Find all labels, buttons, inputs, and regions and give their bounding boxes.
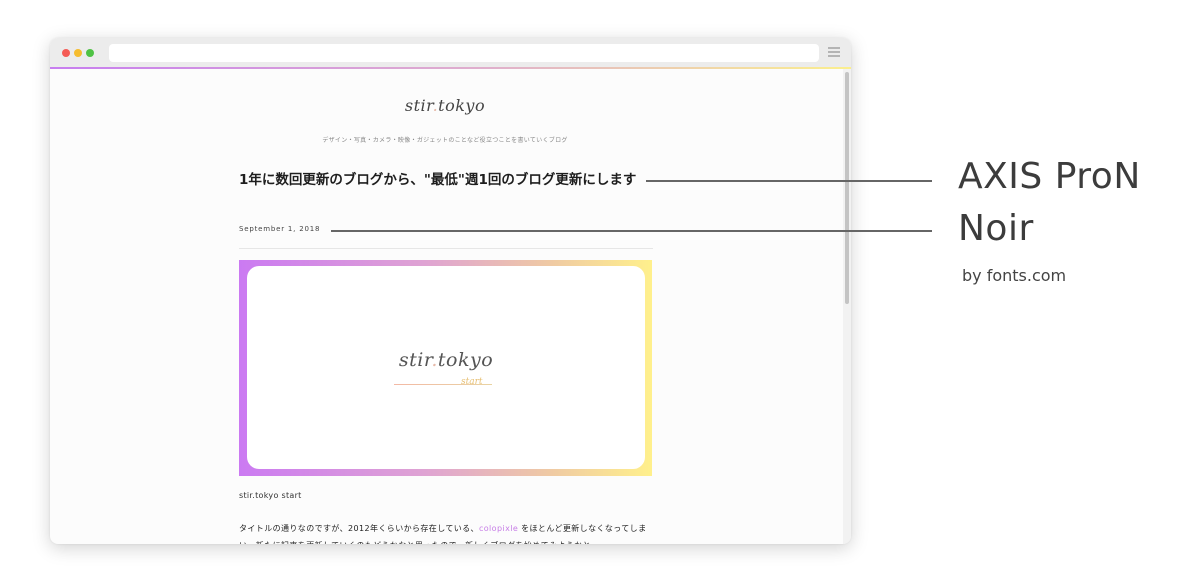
- post-body-text-before: タイトルの通りなのですが、2012年くらいから存在している、: [239, 524, 479, 533]
- hero-image: stir.tokyo start: [239, 260, 652, 476]
- post-body: タイトルの通りなのですが、2012年くらいから存在している、colopixle …: [239, 520, 654, 544]
- image-caption: stir.tokyo start: [239, 491, 302, 500]
- page-content: stir.tokyo デザイン・写真・カメラ・映像・ガジェットのことなど役立つこ…: [50, 69, 843, 544]
- site-logo-main: stir: [404, 96, 433, 115]
- browser-titlebar: [50, 38, 851, 68]
- hamburger-icon[interactable]: [828, 47, 840, 58]
- scrollbar-thumb[interactable]: [845, 72, 849, 304]
- title-divider: [239, 248, 653, 249]
- zoom-window-button[interactable]: [86, 49, 94, 57]
- title-leader-line: [646, 180, 932, 182]
- close-window-button[interactable]: [62, 49, 70, 57]
- post-date: September 1, 2018: [239, 225, 321, 233]
- minimize-window-button[interactable]: [74, 49, 82, 57]
- post-title: 1年に数回更新のブログから、"最低"週1回のブログ更新にします: [239, 172, 637, 188]
- font-credit: by fonts.com: [962, 266, 1067, 285]
- hero-image-inner: stir.tokyo start: [247, 266, 645, 469]
- hero-logo-subtitle: start: [461, 377, 483, 387]
- date-leader-line: [331, 230, 932, 232]
- address-bar[interactable]: [109, 44, 819, 62]
- colopixle-link[interactable]: colopixle: [479, 524, 518, 533]
- font-name-line1: AXIS ProN: [958, 156, 1141, 197]
- hero-logo-rest: tokyo: [437, 349, 494, 371]
- site-logo-rest: tokyo: [438, 96, 486, 115]
- site-logo[interactable]: stir.tokyo: [390, 96, 500, 115]
- browser-window: stir.tokyo デザイン・写真・カメラ・映像・ガジェットのことなど役立つこ…: [50, 38, 851, 544]
- site-tagline: デザイン・写真・カメラ・映像・ガジェットのことなど役立つことを書いていくブログ: [322, 137, 568, 144]
- font-name-line2: Noir: [958, 208, 1034, 249]
- hero-logo: stir.tokyo: [247, 349, 645, 371]
- hero-logo-main: stir: [398, 349, 432, 371]
